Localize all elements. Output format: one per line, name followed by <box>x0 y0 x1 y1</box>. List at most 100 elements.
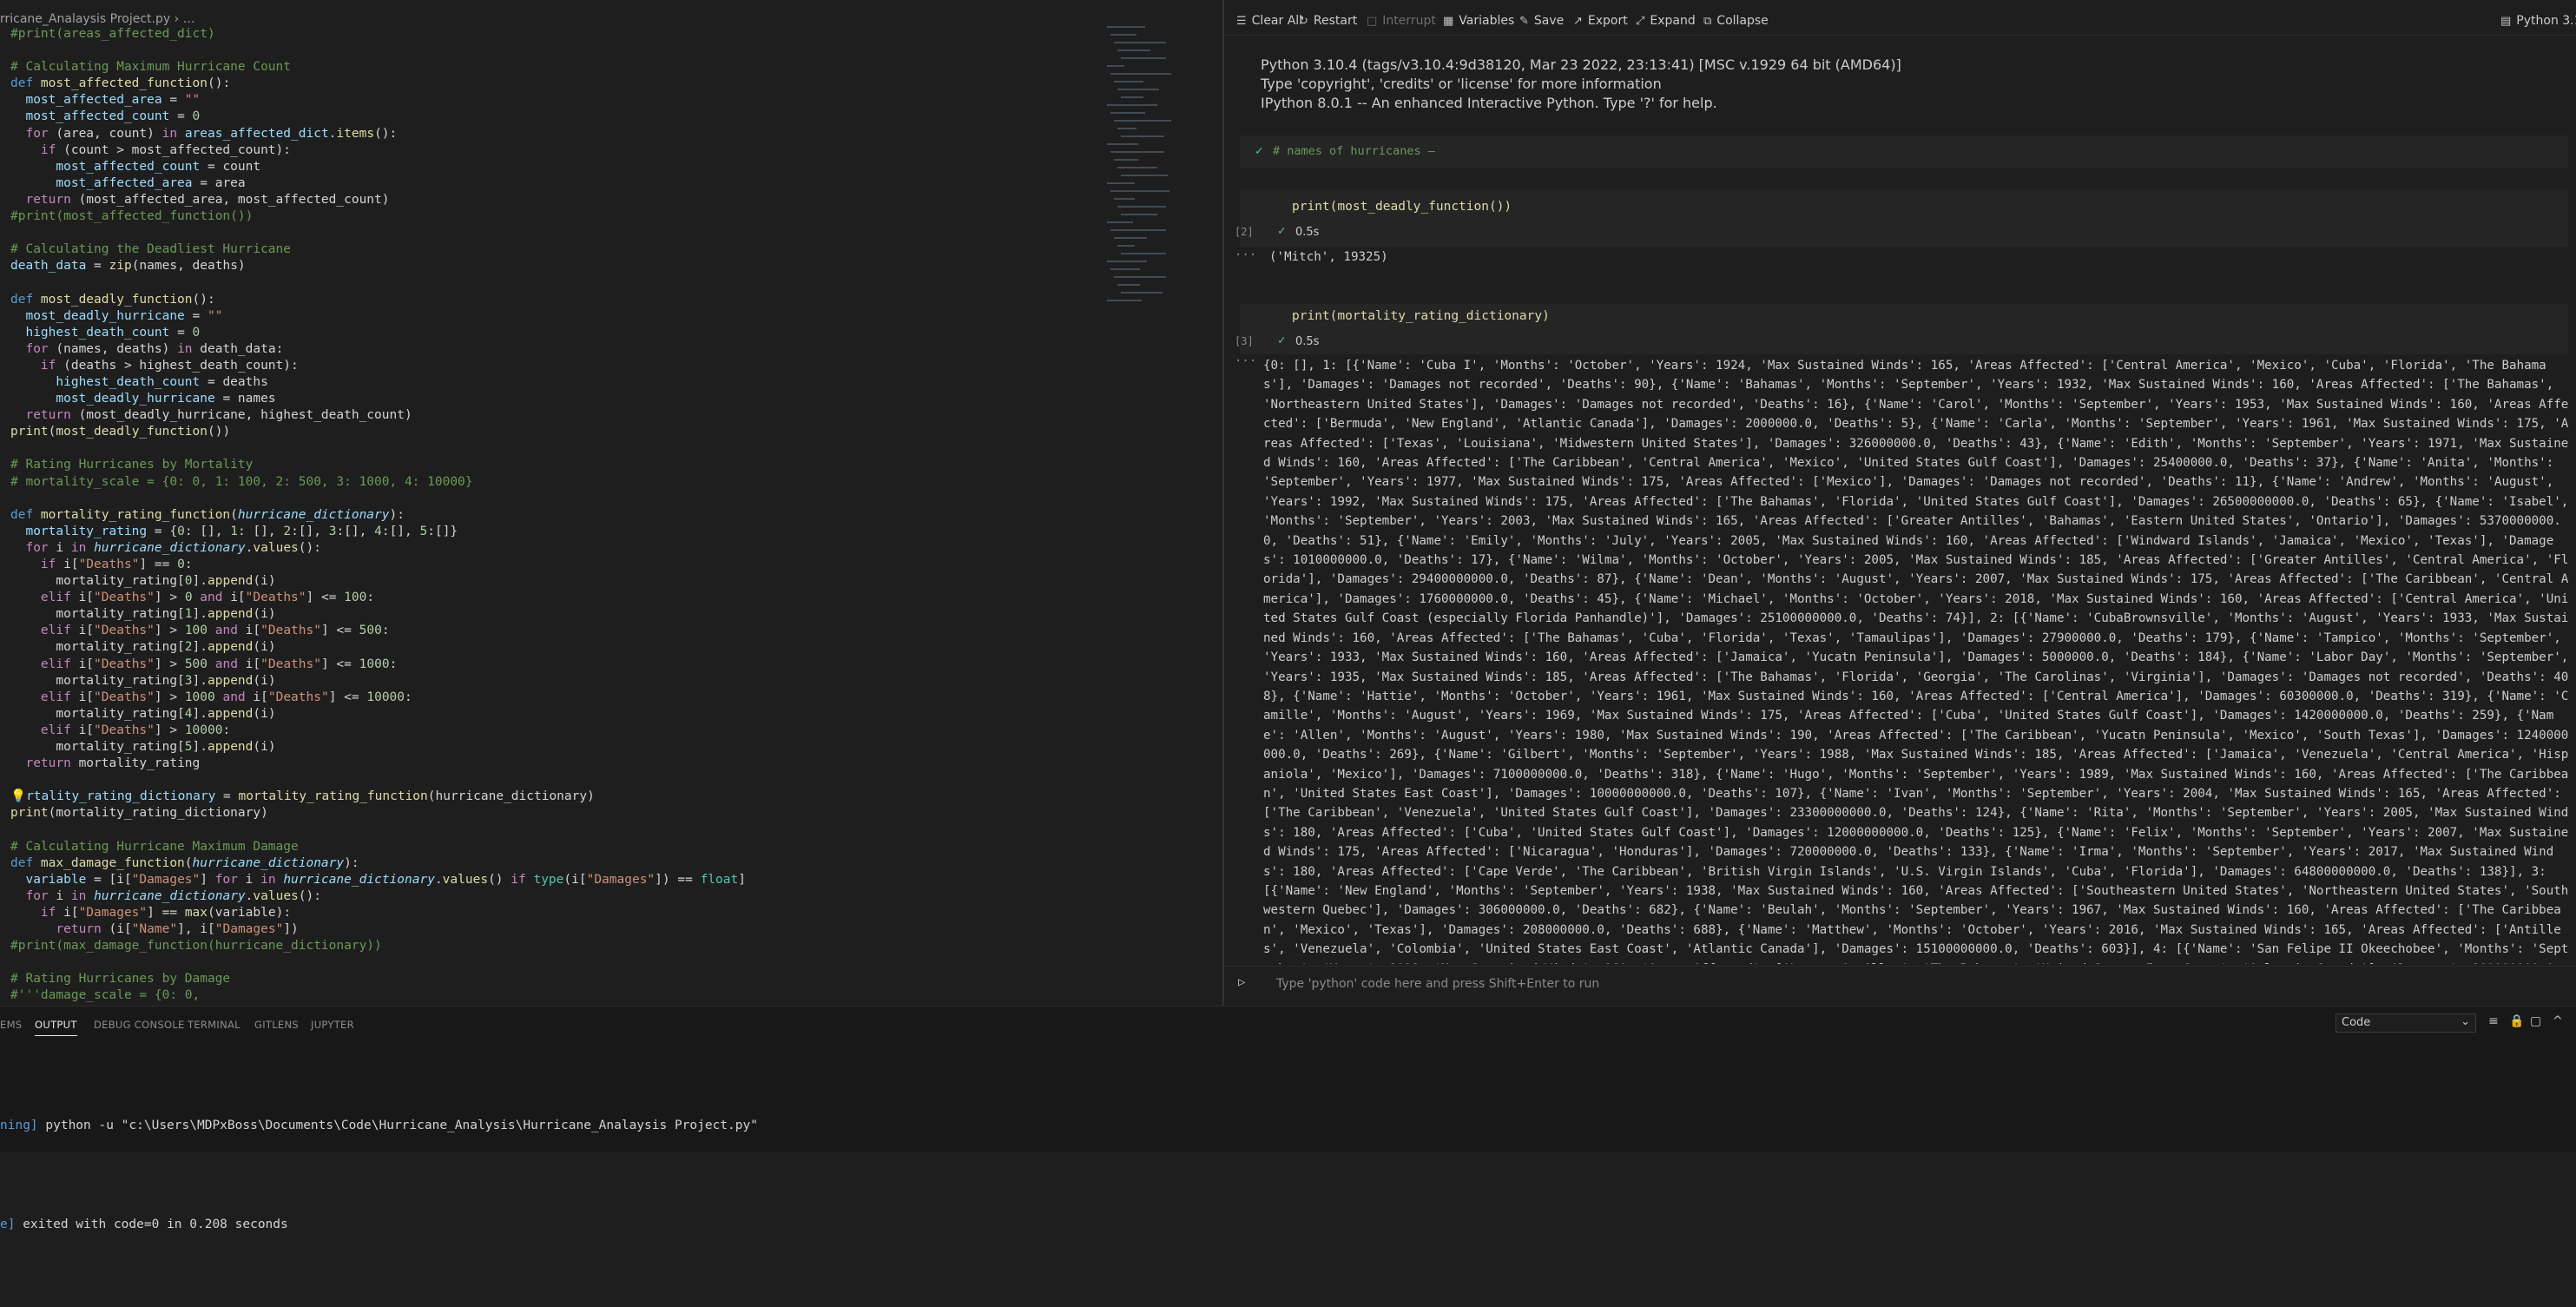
minimap-line <box>1114 120 1171 122</box>
code-line[interactable]: mortality_rating[2].append(i) <box>10 639 746 656</box>
lock-icon[interactable]: 🔒 <box>2509 1014 2524 1028</box>
code-line[interactable]: variable = [i["Damages"] for i in hurric… <box>10 872 746 888</box>
code-line[interactable]: most_affected_count = 0 <box>10 109 746 125</box>
code-line[interactable]: for (names, deaths) in death_data: <box>10 341 746 358</box>
code-line[interactable] <box>10 954 746 971</box>
code-line[interactable]: most_deadly_hurricane = "" <box>10 308 746 325</box>
code-line[interactable] <box>10 772 746 789</box>
code-line[interactable]: print(most_deadly_function()) <box>10 424 746 440</box>
code-line[interactable]: for i in hurricane_dictionary.values(): <box>10 888 746 905</box>
code-line[interactable]: if i["Damages"] == max(variable): <box>10 905 746 921</box>
code-line[interactable] <box>10 225 746 241</box>
code-line[interactable] <box>10 274 746 291</box>
tab-gitlens[interactable]: GITLENS <box>254 1019 299 1031</box>
clear-all-button[interactable]: ☰Clear All <box>1236 14 1302 28</box>
code-line[interactable] <box>10 43 746 59</box>
code-line[interactable]: elif i["Deaths"] > 500 and i["Deaths"] <… <box>10 657 746 673</box>
code-line[interactable]: most_deadly_hurricane = names <box>10 391 746 407</box>
code-line[interactable]: # Calculating Maximum Hurricane Count <box>10 59 746 76</box>
code-line[interactable]: # Calculating the Deadliest Hurricane <box>10 241 746 258</box>
run-icon[interactable]: ▷ <box>1238 975 1245 989</box>
code-line[interactable]: mortality_rating[5].append(i) <box>10 739 746 756</box>
tab-jupyter[interactable]: JUPYTER <box>311 1019 354 1031</box>
code-line[interactable]: most_affected_count = count <box>10 159 746 175</box>
input-placeholder[interactable]: Type 'python' code here and press Shift+… <box>1276 977 1599 991</box>
collapse-button[interactable]: ⧉Collapse <box>1703 14 1769 28</box>
restart-button[interactable]: ↻Restart <box>1299 14 1357 28</box>
export-button[interactable]: ↗Export <box>1573 14 1628 28</box>
code-editor[interactable]: rricane_Analaysis Project.py › … #print(… <box>0 0 1224 1006</box>
code-line[interactable]: def mortality_rating_function(hurricane_… <box>10 507 746 524</box>
code-line[interactable]: # Calculating Hurricane Maximum Damage <box>10 839 746 855</box>
code-line[interactable]: def most_deadly_function(): <box>10 292 746 308</box>
expand-button[interactable]: ⤢Expand <box>1636 14 1696 28</box>
list-filter-icon[interactable]: ≡ <box>2488 1014 2499 1028</box>
code-line[interactable]: 💡rtality_rating_dictionary = mortality_r… <box>10 789 746 805</box>
output-line-tag: ning] <box>0 1119 38 1132</box>
cell-2-code[interactable]: print(most_deadly_function()) <box>1292 200 1512 214</box>
code-line[interactable]: return (i["Name"], i["Damages"]) <box>10 921 746 938</box>
code-line[interactable]: def most_affected_function(): <box>10 76 746 92</box>
code-line[interactable]: # mortality_scale = {0: 0, 1: 100, 2: 50… <box>10 474 746 491</box>
code-line[interactable] <box>10 491 746 507</box>
kernel-picker[interactable]: ▤Python 3.10.4 <box>2500 14 2576 28</box>
tab-problems[interactable]: EMS <box>0 1019 22 1031</box>
tab-output[interactable]: OUTPUT <box>35 1019 77 1036</box>
interactive-input[interactable]: ▷ Type 'python' code here and press Shif… <box>1224 966 2576 1001</box>
code-line[interactable]: elif i["Deaths"] > 1000 and i["Deaths"] … <box>10 690 746 706</box>
code-line[interactable]: #print(areas_affected_dict) <box>10 26 746 43</box>
code-line[interactable]: death_data = zip(names, deaths) <box>10 258 746 274</box>
code-line[interactable]: highest_death_count = 0 <box>10 325 746 341</box>
chevron-up-icon[interactable]: ^ <box>2553 1014 2563 1028</box>
code-line[interactable]: #print(max_damage_function(hurricane_dic… <box>10 938 746 954</box>
maximize-icon[interactable]: ▢ <box>2530 1014 2541 1028</box>
code-lines[interactable]: #print(areas_affected_dict) # Calculating… <box>10 26 746 1006</box>
code-line[interactable] <box>10 440 746 457</box>
code-line[interactable]: most_affected_area = "" <box>10 92 746 109</box>
code-line[interactable]: for i in hurricane_dictionary.values(): <box>10 540 746 557</box>
code-line[interactable]: mortality_rating[0].append(i) <box>10 573 746 590</box>
code-token: def <box>10 293 41 307</box>
chevron-down-icon: ⌄ <box>2461 1015 2470 1028</box>
code-line[interactable]: for (area, count) in areas_affected_dict… <box>10 126 746 142</box>
code-line[interactable] <box>10 822 746 839</box>
code-token: "Deaths" <box>94 690 155 704</box>
code-line[interactable]: return (most_deadly_hurricane, highest_d… <box>10 407 746 424</box>
cell-3-code[interactable]: print(mortality_rating_dictionary) <box>1292 309 1550 323</box>
code-line[interactable]: if i["Deaths"] == 0: <box>10 557 746 573</box>
save-button[interactable]: ✎Save <box>1519 14 1564 28</box>
code-line[interactable]: # Rating Hurricanes by Damage <box>10 971 746 987</box>
code-line[interactable]: return mortality_rating <box>10 756 746 772</box>
code-line[interactable]: most_affected_area = area <box>10 175 746 192</box>
breadcrumb[interactable]: rricane_Analaysis Project.py › … <box>0 12 195 26</box>
code-line[interactable]: elif i["Deaths"] > 0 and i["Deaths"] <= … <box>10 590 746 606</box>
variables-button[interactable]: ▦Variables <box>1443 14 1514 28</box>
code-line[interactable]: elif i["Deaths"] > 100 and i["Deaths"] <… <box>10 623 746 639</box>
code-line[interactable]: mortality_rating = {0: [], 1: [], 2:[], … <box>10 524 746 540</box>
cell-3[interactable]: print(mortality_rating_dictionary) [3] ✓… <box>1240 304 2568 356</box>
output-channel-select[interactable]: Code ⌄ <box>2336 1013 2476 1033</box>
code-line[interactable]: #print(most_affected_function()) <box>10 208 746 225</box>
tab-terminal[interactable]: TERMINAL <box>188 1019 240 1031</box>
minimap[interactable] <box>1107 26 1220 313</box>
code-line[interactable]: elif i["Deaths"] > 10000: <box>10 723 746 739</box>
interrupt-button[interactable]: □Interrupt <box>1367 14 1436 28</box>
code-line[interactable]: mortality_rating[3].append(i) <box>10 673 746 690</box>
tab-debug-console[interactable]: DEBUG CONSOLE <box>94 1019 185 1031</box>
code-line[interactable]: if (deaths > highest_death_count): <box>10 358 746 374</box>
cell-2[interactable]: print(most_deadly_function()) [2] ✓ 0.5s… <box>1240 189 2568 267</box>
code-line[interactable]: highest_death_count = deaths <box>10 374 746 391</box>
code-line[interactable]: # Rating Hurricanes by Mortality <box>10 457 746 473</box>
collapsed-cell[interactable]: ✓ # names of hurricanes — <box>1240 135 2568 168</box>
code-token: ]. <box>193 574 208 588</box>
code-line[interactable]: print(mortality_rating_dictionary) <box>10 805 746 822</box>
code-line[interactable]: return (most_affected_area, most_affecte… <box>10 192 746 208</box>
code-line[interactable]: if (count > most_affected_count): <box>10 142 746 159</box>
code-line[interactable]: def max_damage_function(hurricane_dictio… <box>10 855 746 872</box>
code-line[interactable]: #'''damage_scale = {0: 0, <box>10 987 746 1004</box>
output-more-icon[interactable]: ··· <box>1235 354 1256 368</box>
code-line[interactable]: mortality_rating[1].append(i) <box>10 606 746 623</box>
output-more-icon[interactable]: ··· <box>1235 248 1256 262</box>
code-token: mortality_rating[ <box>10 640 185 654</box>
code-line[interactable]: mortality_rating[4].append(i) <box>10 706 746 723</box>
